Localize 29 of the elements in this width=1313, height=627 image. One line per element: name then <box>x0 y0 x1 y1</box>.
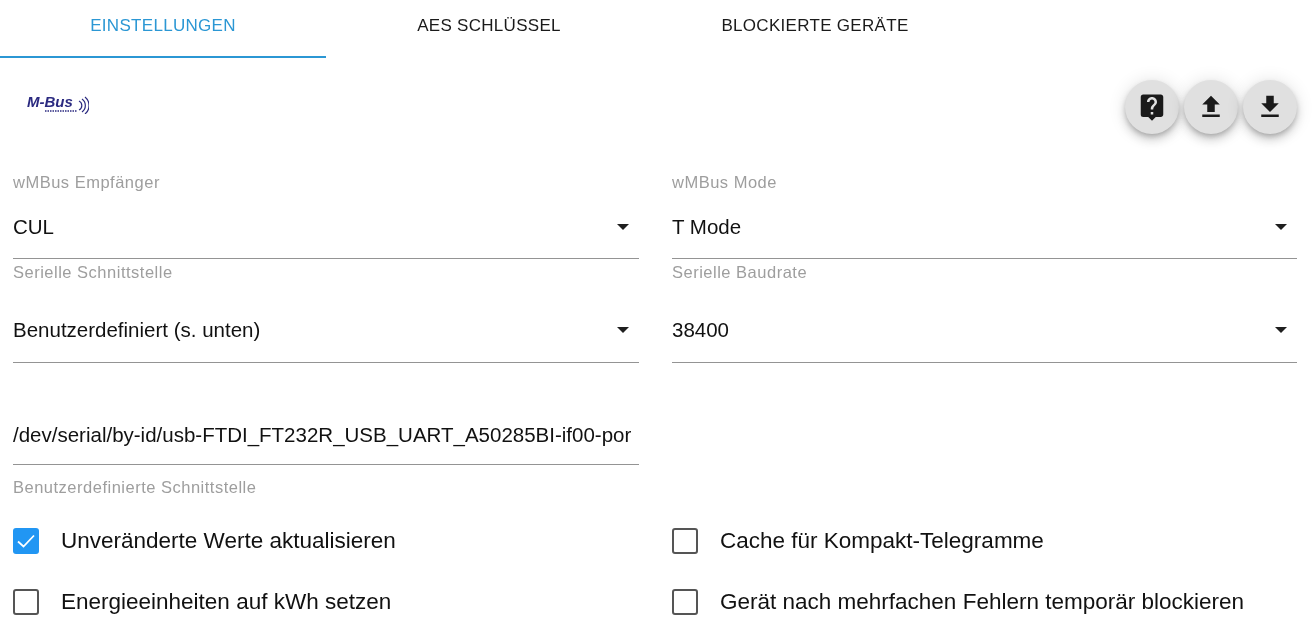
tab[interactable]: BLOCKIERTE GERÄTE <box>652 0 978 58</box>
checkbox[interactable] <box>13 528 39 554</box>
dropdown-select[interactable]: Benutzerdefiniert (s. unten) <box>13 282 639 363</box>
checkbox[interactable] <box>672 589 698 615</box>
checkmark-icon <box>17 534 35 548</box>
caret-icon <box>617 224 629 230</box>
download-button[interactable] <box>1243 80 1297 134</box>
helper-text: Benutzerdefinierte Schnittstelle <box>13 477 257 497</box>
field-label: Serielle Schnittstelle <box>13 262 173 282</box>
dropdown-select[interactable]: T Mode <box>672 192 1297 259</box>
tab[interactable]: AES SCHLÜSSEL <box>326 0 652 58</box>
help-button[interactable] <box>1125 80 1179 134</box>
checkbox-label: Gerät nach mehrfachen Fehlern temporär blockieren <box>720 588 1244 616</box>
checkbox[interactable] <box>13 589 39 615</box>
field-label: wMBus Empfänger <box>13 172 160 192</box>
field-label: wMBus Mode <box>672 172 777 192</box>
dropdown-select[interactable]: 38400 <box>672 282 1297 363</box>
checkbox-label: Cache für Kompakt-Telegramme <box>720 527 1044 555</box>
field-label: Serielle Baudrate <box>672 262 808 282</box>
checkbox[interactable] <box>672 528 698 554</box>
caret-icon <box>1275 224 1287 230</box>
checkbox-label: Unveränderte Werte aktualisieren <box>61 527 396 555</box>
mbus-logo: M-Bus <box>27 93 89 114</box>
text-field[interactable]: /dev/serial/by-id/usb-FTDI_FT232R_USB_UART_A50285BI-if00-por <box>13 363 639 465</box>
checkbox-label: Energieeinheiten auf kWh setzen <box>61 588 392 616</box>
caret-icon <box>617 327 629 333</box>
caret-icon <box>1275 327 1287 333</box>
dropdown-select[interactable]: CUL <box>13 192 639 259</box>
upload-button[interactable] <box>1184 80 1238 134</box>
